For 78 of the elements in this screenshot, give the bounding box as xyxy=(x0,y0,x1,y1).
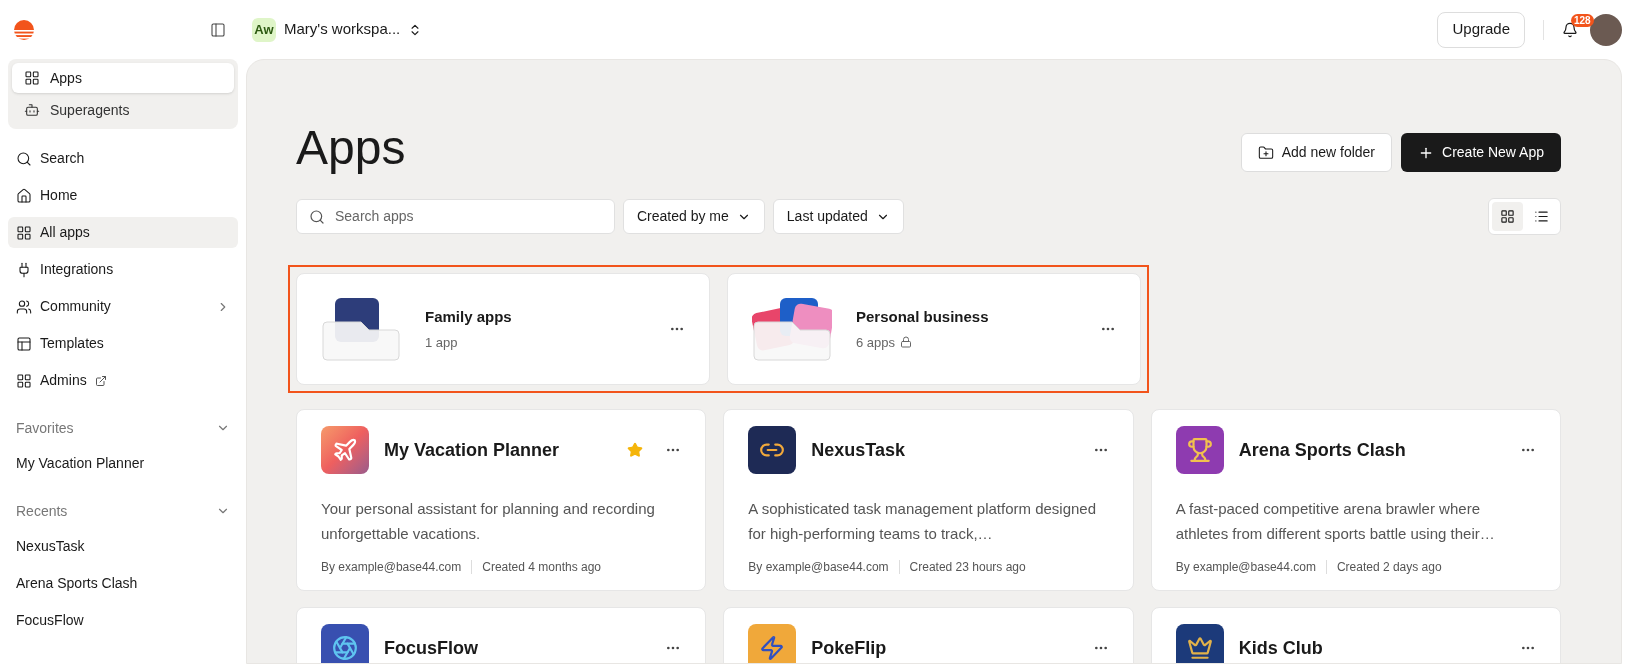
search-icon xyxy=(16,150,32,167)
aperture-icon xyxy=(321,624,369,663)
create-app-button[interactable]: Create New App xyxy=(1401,133,1561,172)
app-count: 6 apps xyxy=(856,333,896,352)
page-title: Apps xyxy=(296,124,406,172)
workspace-switcher[interactable]: Aw Mary's workspa... xyxy=(252,17,423,42)
sidebar-link[interactable]: FocusFlow xyxy=(8,605,238,636)
app-card[interactable]: Kids Club xyxy=(1150,607,1561,663)
mode-tab[interactable]: Superagents xyxy=(12,95,234,125)
avatar[interactable] xyxy=(1590,13,1622,46)
folder-name: Family apps xyxy=(425,307,512,327)
folder-card[interactable]: Family apps 1 app xyxy=(296,273,710,385)
section-header[interactable]: Favorites xyxy=(8,414,238,442)
folder-card[interactable]: Personal business 6 apps xyxy=(727,273,1141,385)
search-input[interactable]: Search apps xyxy=(335,206,602,227)
app-description: A fast-paced competitive arena brawler where athletes from different sports battle using their… xyxy=(1175,499,1496,544)
filter-dropdown[interactable]: Created by me xyxy=(623,199,765,234)
plug-icon xyxy=(16,261,32,278)
app-name: Arena Sports Clash xyxy=(1238,438,1406,462)
app-name: PokeFlip xyxy=(811,636,887,660)
app-name: My Vacation Planner xyxy=(384,438,560,462)
nav-item[interactable]: Community xyxy=(8,291,238,322)
app-description: A sophisticated task management platform designed for high-performing teams to track,… xyxy=(748,499,1098,544)
star-icon[interactable] xyxy=(627,442,644,458)
app-card[interactable]: My Vacation Planner Your personal assistant for planning and recording unforgettable vacations. By example@base44.com Created 4 months ago xyxy=(296,409,707,591)
grid-icon xyxy=(1500,209,1515,224)
app-card[interactable]: PokeFlip xyxy=(723,607,1134,663)
mode-tab[interactable]: Apps xyxy=(12,63,234,93)
app-name: Kids Club xyxy=(1238,636,1323,660)
sidebar-toggle-icon[interactable] xyxy=(210,21,226,38)
app-name: FocusFlow xyxy=(384,636,478,660)
author: By example@base44.com xyxy=(748,559,889,576)
author: By example@base44.com xyxy=(1175,559,1316,576)
app-card[interactable]: Arena Sports Clash A fast-paced competitive arena brawler where athletes from different sports battle using their… By example@base44.com Created 2 days ago xyxy=(1150,409,1561,591)
sidebar-link[interactable]: Arena Sports Clash xyxy=(8,568,238,599)
lock-icon xyxy=(900,336,913,349)
nav-item[interactable]: Integrations xyxy=(8,254,238,285)
created-time: Created 23 hours ago xyxy=(909,559,1026,576)
author: By example@base44.com xyxy=(321,559,462,576)
app-name: NexusTask xyxy=(811,438,906,462)
created-time: Created 4 months ago xyxy=(482,559,601,576)
folder-name: Personal business xyxy=(856,307,989,327)
lightning-icon xyxy=(748,624,797,663)
home-icon xyxy=(16,187,32,204)
grid-icon xyxy=(24,70,40,86)
workspace-name: Mary's workspa... xyxy=(284,19,401,40)
sidebar-link[interactable]: NexusTask xyxy=(8,531,238,562)
robot-icon xyxy=(24,102,40,118)
workspace-initials: Aw xyxy=(252,17,276,42)
airplane-icon xyxy=(321,426,369,474)
logo-icon[interactable] xyxy=(13,18,35,41)
search-icon xyxy=(309,208,325,225)
app-card[interactable]: NexusTask A sophisticated task management platform designed for high-performing teams to track,… By example@base44.com Created 23 hours ago xyxy=(723,409,1134,591)
add-folder-button[interactable]: Add new folder xyxy=(1240,133,1393,172)
created-time: Created 2 days ago xyxy=(1336,559,1442,576)
grid-view-button[interactable] xyxy=(1492,202,1523,231)
list-icon xyxy=(1534,209,1549,224)
nav-item[interactable]: Admins xyxy=(8,365,238,396)
grid-icon xyxy=(16,224,32,241)
app-count: 1 app xyxy=(425,333,458,352)
grid-icon xyxy=(16,372,32,389)
folder-plus-icon xyxy=(1257,144,1274,161)
users-icon xyxy=(16,298,32,315)
nav-item[interactable]: Home xyxy=(8,180,238,211)
filter-dropdown[interactable]: Last updated xyxy=(772,199,904,234)
app-description: Your personal assistant for planning and recording unforgettable vacations. xyxy=(321,499,656,544)
nav-item[interactable]: Templates xyxy=(8,328,238,359)
nav-item[interactable]: Search xyxy=(8,143,238,174)
layout-icon xyxy=(16,335,32,352)
nav-item[interactable]: All apps xyxy=(8,217,238,248)
upgrade-button[interactable]: Upgrade xyxy=(1437,11,1525,48)
app-card[interactable]: FocusFlow xyxy=(296,607,707,663)
sports-icon xyxy=(1175,426,1224,474)
sidebar-link[interactable]: My Vacation Planner xyxy=(8,448,238,479)
section-header[interactable]: Recents xyxy=(8,497,238,525)
notification-badge: 128 xyxy=(1571,13,1594,27)
search-field[interactable]: Search apps xyxy=(296,199,615,234)
external-link-icon xyxy=(94,374,107,387)
